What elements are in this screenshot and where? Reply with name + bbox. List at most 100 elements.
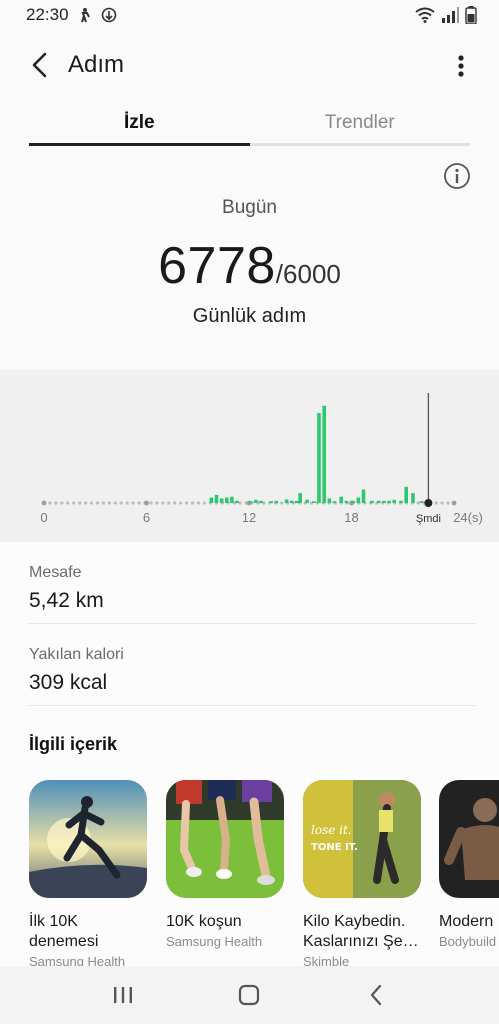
chart-bar [225, 497, 229, 503]
baseline-dot [202, 501, 206, 505]
more-options-button[interactable] [445, 46, 477, 86]
tab-trendler[interactable]: Trendler [249, 100, 470, 146]
chart-bar [382, 500, 386, 504]
period-label: Bugün [222, 197, 277, 218]
chart-bar [305, 499, 309, 503]
now-marker-dot [424, 499, 433, 507]
home-button[interactable] [219, 966, 279, 1024]
baseline-dot [131, 501, 135, 505]
baseline-dot [113, 501, 117, 505]
chevron-left-icon [32, 52, 47, 78]
baseline-dot [48, 501, 52, 505]
baseline-dot [238, 501, 242, 505]
chart-bar [269, 501, 273, 503]
chart-bar [399, 500, 403, 504]
x-tick-label: 6 [143, 510, 150, 525]
chart-bar [289, 500, 294, 504]
chart-bar [259, 500, 263, 504]
chart-bar [370, 500, 374, 504]
baseline-dot [196, 501, 201, 505]
chart-bar [351, 500, 355, 504]
steps-chart-panel[interactable]: 0 6 12 18 Şmdi 24(s) [0, 370, 499, 542]
card-source: Bodybuild [439, 934, 497, 949]
major-tick-dot [451, 500, 457, 506]
baseline-dot [125, 501, 129, 505]
daily-steps-caption: Günlük adım [192, 305, 307, 327]
baseline-dot [185, 501, 189, 505]
chart-bar [317, 413, 321, 503]
home-icon [239, 984, 260, 1006]
recent-apps-button[interactable] [93, 966, 153, 1024]
baseline-dot [119, 501, 123, 505]
tab-izle[interactable]: İzle [29, 100, 250, 146]
chart-bar [339, 496, 343, 503]
info-icon [444, 163, 470, 189]
baseline-dot [84, 501, 88, 505]
related-content-title: İlgili içerik [29, 734, 118, 754]
card-title: İlk 10K denemesi [29, 913, 99, 950]
person-walk-icon [80, 8, 90, 23]
chart-bar [295, 500, 299, 504]
baseline-dot [167, 501, 171, 505]
chart-bar [248, 501, 253, 503]
baseline-dot [107, 501, 111, 505]
baseline-dot [440, 501, 444, 505]
card-title: 10K koşun [166, 913, 242, 930]
baseline-dot [137, 501, 141, 505]
thumb-text: TONE IT. [311, 842, 358, 853]
back-button[interactable] [16, 41, 64, 89]
card-modern[interactable]: Modern Bodybuild [439, 780, 499, 966]
related-cards: İlk 10K denemesi Samsung Health 10K koşu… [29, 780, 499, 966]
card-title: Kilo Kaybedin. Kaslarınızı Şe… [303, 913, 419, 950]
x-tick-label: Şmdi [416, 513, 441, 525]
chart-bar [327, 498, 332, 503]
wifi-icon [415, 7, 435, 23]
baseline-dot [149, 501, 153, 505]
baseline-dot [173, 501, 177, 505]
x-tick-label: 12 [242, 510, 256, 525]
x-tick-label: 18 [344, 510, 358, 525]
chart-bar [411, 493, 415, 503]
more-vertical-icon [458, 55, 464, 77]
stat-distance-label: Mesafe [29, 564, 82, 581]
app-bar: Adım [0, 40, 499, 90]
battery-icon [465, 6, 477, 24]
baseline-dot [60, 501, 64, 505]
chart-bar [356, 497, 361, 503]
thumb-text: lose it. [311, 823, 352, 837]
card-source: Samsung Health [29, 954, 126, 966]
baseline-dot [101, 501, 105, 505]
stat-calories: Yakılan kalori 309 kcal [29, 624, 476, 706]
steps-goal: /6000 [275, 259, 341, 289]
card-title: Modern [439, 913, 494, 930]
tab-bar: İzle Trendler [29, 100, 470, 146]
x-tick-label: 0 [40, 510, 47, 525]
chart-bar [298, 493, 302, 503]
baseline-dot [95, 501, 100, 505]
chart-bar [377, 500, 381, 504]
baseline-dot [54, 501, 58, 505]
steps-value: 6778 [158, 237, 276, 295]
info-button[interactable] [443, 162, 471, 190]
nav-back-button[interactable] [346, 966, 406, 1024]
chart-bar [235, 500, 239, 504]
steps-chart: 0 6 12 18 Şmdi 24(s) [40, 393, 483, 525]
chart-bar [230, 496, 234, 503]
card-first-10k[interactable]: İlk 10K denemesi Samsung Health [29, 780, 149, 966]
page-title: Adım [68, 51, 125, 78]
baseline-dot [179, 501, 183, 505]
major-tick-dot [144, 500, 149, 506]
card-run-10k[interactable]: 10K koşun Samsung Health [166, 780, 286, 966]
chart-bar [419, 501, 424, 503]
stat-distance: Mesafe 5,42 km [29, 542, 476, 624]
lose-it-tone-it-image: lose it. TONE IT. [303, 780, 421, 898]
card-lose-weight[interactable]: lose it. TONE IT. Kilo Kaybedin. Kasları… [303, 780, 423, 966]
chart-bar [274, 500, 279, 504]
chart-bar [332, 501, 337, 503]
baseline-dot [66, 501, 70, 505]
chart-bar [284, 499, 289, 503]
chart-bar [387, 500, 391, 504]
status-bar: 22:30 [0, 0, 499, 30]
baseline-dot [161, 501, 165, 505]
chart-bar [209, 497, 214, 503]
